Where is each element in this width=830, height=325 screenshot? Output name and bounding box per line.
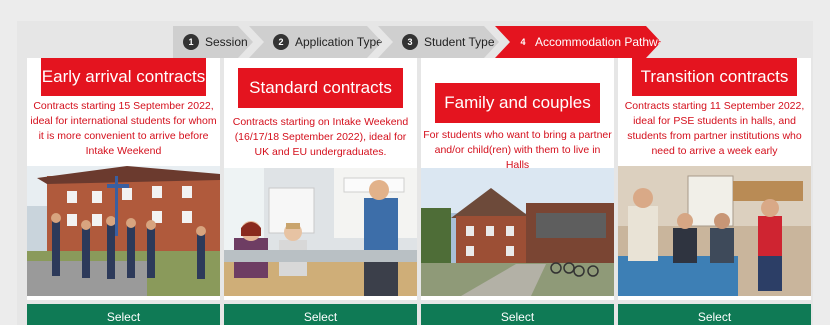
step-label: Application Type [295,35,383,49]
card-description: Contracts starting on Intake Weekend (16… [232,116,409,158]
step-student-type[interactable]: 3 Student Type [378,26,499,58]
step-label: Session [205,35,248,49]
card-photo [618,166,811,296]
select-button-transition[interactable]: Select [618,304,811,325]
step-number: 4 [520,37,526,47]
card-title: Standard contracts [238,68,403,108]
card-photo [224,168,417,296]
step-application-type[interactable]: 2 Application Type [249,26,382,58]
step-label: Accommodation Pathway [535,35,671,49]
contract-card-early-arrival: Early arrival contracts Contracts starti… [27,58,220,325]
contract-card-transition: Transition contracts Contracts starting … [618,58,811,325]
card-description: Contracts starting 15 September 2022, id… [30,100,217,157]
card-description: Contracts starting 11 September 2022, id… [624,100,805,157]
step-session[interactable]: 1 Session [173,26,253,58]
card-title: Early arrival contracts [41,58,206,96]
select-button-early-arrival[interactable]: Select [27,304,220,325]
card-photo [421,168,614,296]
step-label: Student Type [424,35,495,49]
contract-card-standard: Standard contracts Contracts starting on… [224,58,417,325]
step-number: 3 [402,34,418,50]
card-photo [27,166,220,296]
select-button-family-couples[interactable]: Select [421,304,614,325]
contract-card-family-couples: Family and couples For students who want… [421,58,614,325]
step-number: 2 [273,34,289,50]
card-title: Transition contracts [632,58,797,96]
step-number: 1 [183,34,199,50]
card-title: Family and couples [435,83,600,123]
card-description: For students who want to bring a partner… [423,129,612,171]
select-button-standard[interactable]: Select [224,304,417,325]
step-accommodation-pathway[interactable]: 4 Accommodation Pathway [495,26,661,58]
